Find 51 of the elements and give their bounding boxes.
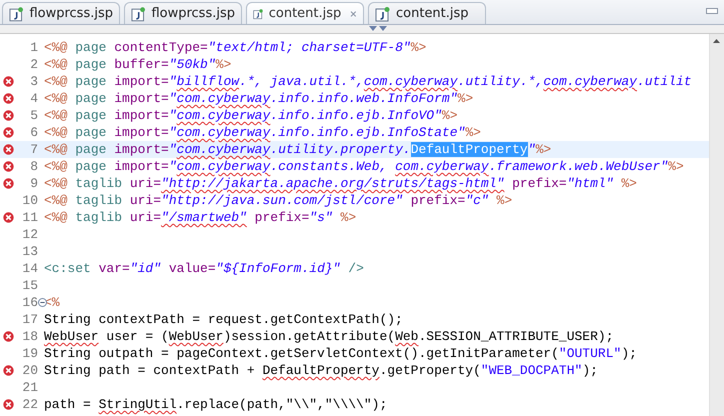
- line-number: 5: [30, 108, 38, 123]
- line-number: 9: [30, 176, 38, 191]
- jsp-file-icon: [131, 6, 146, 22]
- code-line: <%@ taglib uri="http://jakarta.apache.org/struts/tags-html" prefix="html" %>: [44, 176, 637, 191]
- code-line: String path = contextPath + DefaultProperty.getProperty("WEB_DOCPATH");: [44, 363, 598, 378]
- line-number: 22: [22, 397, 38, 412]
- line-number: 6: [30, 125, 38, 140]
- line-number: 1: [30, 40, 38, 55]
- line-number: 15: [22, 278, 38, 293]
- line-number: 8: [30, 159, 38, 174]
- code-line: <%@ page import="billflow.*, java.util.*,com.cyberway.utility.*,com.cyberway.utilit: [44, 74, 692, 89]
- line-number: 10: [22, 193, 38, 208]
- code-line: <%@ taglib uri="http://java.sun.com/jstl/core" prefix="c" %>: [44, 193, 512, 208]
- line-number: 4: [30, 91, 38, 106]
- line-number: 14: [22, 261, 38, 276]
- line-number: 20: [22, 363, 38, 378]
- jsp-file-icon: [9, 6, 24, 22]
- line-number: 2: [30, 57, 38, 72]
- scroll-up-icon[interactable]: [713, 39, 720, 43]
- file-tab[interactable]: content.jsp: [246, 2, 364, 24]
- line-number: 21: [22, 380, 38, 395]
- code-line: <%@ page import="com.cyberway.info.info.ejb.InfoState"%>: [44, 125, 481, 140]
- line-number: 3: [30, 74, 38, 89]
- jsp-file-icon: [375, 6, 391, 22]
- file-tab[interactable]: flowprcss.jsp: [2, 2, 120, 24]
- collapse-icon[interactable]: [38, 298, 47, 307]
- code-line: <%@ page import="com.cyberway.info.info.ejb.InfoVO"%>: [44, 108, 458, 123]
- line-number: 18: [22, 329, 38, 344]
- file-tab[interactable]: content.jsp: [368, 2, 486, 24]
- code-line: <%@ page import="com.cyberway.info.info.web.InfoForm"%>: [44, 91, 474, 106]
- line-number: 17: [22, 312, 38, 327]
- code-line: <%@ page contentType="text/html; charset=UTF-8"%>: [44, 40, 426, 55]
- code-line: String contextPath = request.getContextPath();: [44, 312, 403, 327]
- line-number: 13: [22, 244, 38, 259]
- line-number: 16: [22, 295, 38, 310]
- code-line: <%@ page buffer="50kb"%>: [44, 57, 232, 72]
- code-line: <%@ taglib uri="/smartweb" prefix="s" %>: [44, 210, 356, 225]
- line-number: 11: [22, 210, 38, 225]
- code-line: String outpath = pageContext.getServletContext().getInitParameter("OUTURL");: [44, 346, 637, 361]
- code-line: WebUser user = (WebUser)session.getAttribute(Web.SESSION_ATTRIBUTE_USER);: [44, 329, 614, 344]
- minimize-icon[interactable]: [706, 8, 718, 14]
- line-number: 19: [22, 346, 38, 361]
- line-number: 12: [22, 227, 38, 242]
- close-icon[interactable]: [350, 8, 357, 18]
- code-line: <%@ page import="com.cyberway.constants.Web, com.cyberway.framework.web.WebUser"%>: [44, 159, 684, 174]
- code-line: path = StringUtil.replace(path,"\\","\\\\");: [44, 397, 388, 412]
- code-line: <%@ page import="com.cyberway.utility.property.DefaultProperty"%>: [44, 142, 552, 157]
- file-tab[interactable]: flowprcss.jsp: [124, 2, 242, 24]
- scrollbar[interactable]: [709, 34, 724, 416]
- code-line: <c:set var="id" value="${InfoForm.id}" />: [44, 261, 364, 276]
- line-number: 7: [30, 142, 38, 157]
